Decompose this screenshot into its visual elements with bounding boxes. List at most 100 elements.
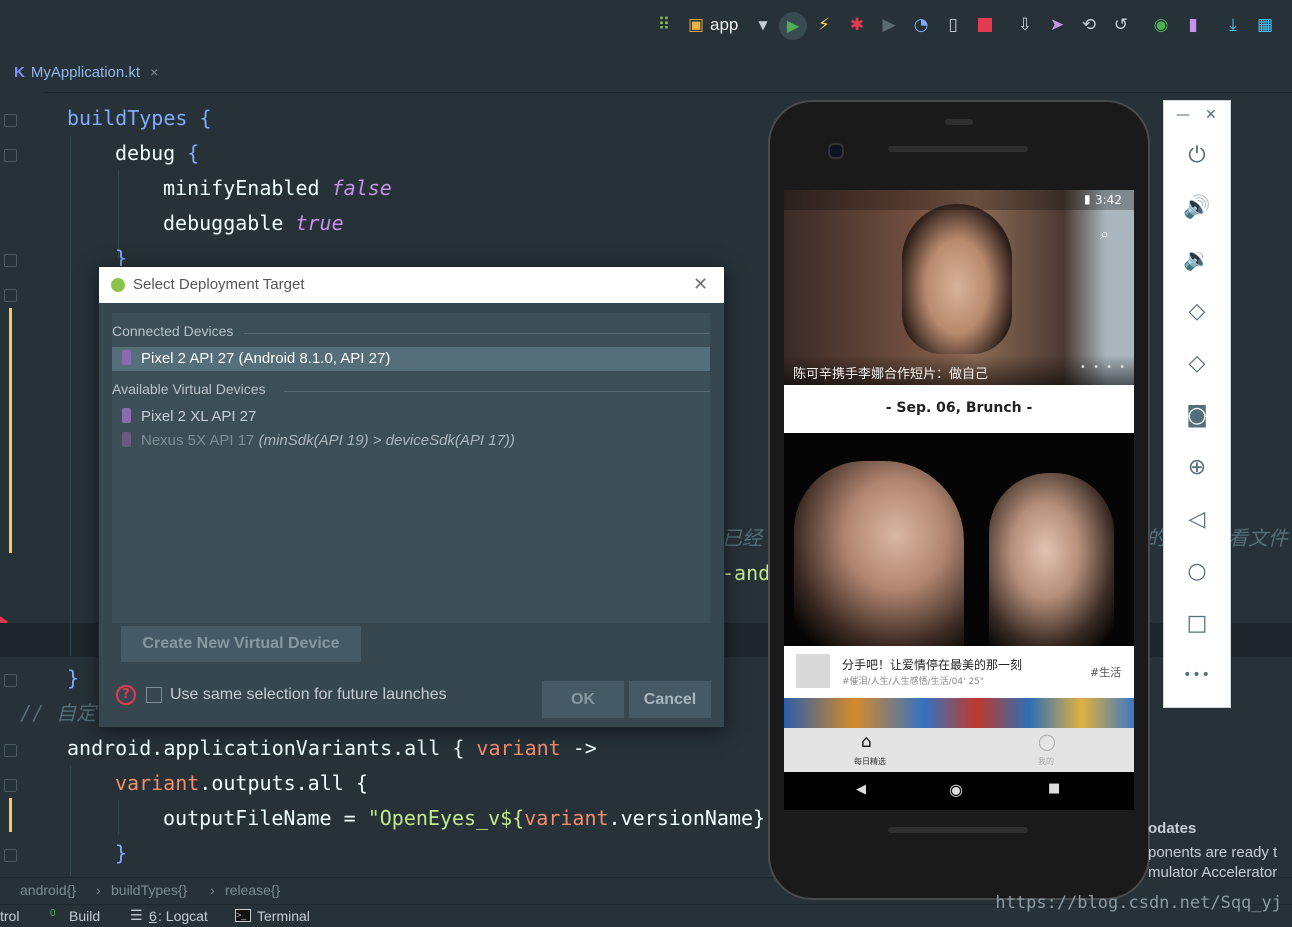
power-icon[interactable]: ⏻: [1164, 143, 1230, 168]
code-line[interactable]: }: [115, 838, 127, 868]
banner-caption: 陈可辛携手李娜合作短片：做自己: [793, 367, 989, 382]
search-icon[interactable]: ⌕: [1100, 224, 1109, 244]
code-line[interactable]: }: [67, 663, 79, 693]
rotate-left-icon[interactable]: ◇: [1164, 299, 1230, 324]
debug-icon[interactable]: ✱: [846, 14, 868, 36]
future-launches-checkbox[interactable]: [146, 687, 162, 703]
fold-icon[interactable]: [4, 744, 17, 757]
breadcrumb-item[interactable]: buildTypes{}: [111, 882, 187, 898]
video-card-info[interactable]: 分手吧！让爱情停在最美的那一刻 #催泪/人生/人生感悟/生活/04' 25" #…: [784, 646, 1134, 698]
dialog-title: Select Deployment Target: [133, 276, 305, 293]
divider: [244, 333, 710, 334]
back-icon[interactable]: ◁: [1164, 507, 1230, 532]
home-button-icon[interactable]: ◉: [949, 780, 963, 799]
module-icon: ▣: [687, 15, 705, 35]
phone-icon: [122, 432, 131, 447]
run-icon[interactable]: ▶: [779, 12, 807, 40]
fold-icon[interactable]: [4, 114, 17, 127]
code-line[interactable]: outputFileName = "OpenEyes_v${variant.ve…: [163, 803, 765, 833]
checkbox-label: Use same selection for future launches: [170, 686, 447, 703]
date-header-text: - Sep. 06, Brunch -: [885, 400, 1033, 416]
overview-icon[interactable]: □: [1164, 611, 1230, 636]
breadcrumb-item[interactable]: release{}: [225, 882, 280, 898]
create-virtual-device-button[interactable]: Create New Virtual Device: [121, 626, 361, 662]
profile-icon[interactable]: ◔: [910, 14, 932, 36]
avd-manager-icon[interactable]: ▮: [1182, 14, 1204, 36]
tool-terminal[interactable]: Terminal: [257, 908, 310, 924]
revert-icon[interactable]: ↺: [1110, 14, 1132, 36]
video-thumbnail[interactable]: [784, 433, 1134, 646]
screenshot-icon[interactable]: ◙: [1164, 403, 1230, 428]
code-line[interactable]: buildTypes {: [67, 103, 212, 133]
home-icon[interactable]: ○: [1164, 559, 1230, 584]
code-token: ->: [560, 736, 597, 760]
code-token: {: [175, 141, 200, 165]
fold-icon[interactable]: [4, 674, 17, 687]
video-figure-right: [989, 473, 1114, 646]
code-line[interactable]: debug {: [115, 138, 199, 168]
volume-down-icon[interactable]: 🔉: [1164, 247, 1230, 272]
phone-earpiece: [945, 119, 973, 125]
banner-image[interactable]: ▮ 3:42 ⌕ 陈可辛携手李娜合作短片：做自己 • • • •: [784, 190, 1134, 385]
ok-button[interactable]: OK: [542, 681, 624, 718]
code-token: false: [331, 176, 392, 200]
connected-devices-header: Connected Devices: [112, 323, 234, 339]
nav-item-me[interactable]: ◯ 我的: [1024, 732, 1068, 770]
fold-icon[interactable]: [4, 254, 17, 267]
banner-dots: • • • •: [1080, 362, 1128, 373]
minimize-icon[interactable]: —: [1176, 107, 1190, 123]
history-icon[interactable]: ⟲: [1078, 14, 1100, 36]
layout-icon[interactable]: ▦: [1254, 14, 1276, 36]
update-notification[interactable]: odates ponents are ready t mulator Accel…: [1148, 812, 1292, 882]
code-line[interactable]: minifyEnabled false: [163, 173, 392, 203]
code-line[interactable]: android.applicationVariants.all { varian…: [67, 733, 597, 763]
run-config-label[interactable]: app: [710, 15, 738, 35]
help-icon[interactable]: ?: [116, 685, 136, 705]
more-icon[interactable]: •••: [1164, 667, 1230, 683]
sdk-manager-icon[interactable]: ⤓: [1222, 14, 1244, 36]
notification-title: odates: [1148, 820, 1197, 837]
volume-up-icon[interactable]: 🔊: [1164, 195, 1230, 220]
device-item-pixel-2[interactable]: Pixel 2 API 27 (Android 8.1.0, API 27): [112, 347, 710, 371]
coverage-icon[interactable]: ▯: [942, 14, 964, 36]
close-icon[interactable]: ✕: [1205, 107, 1217, 123]
close-tab-icon[interactable]: ×: [150, 64, 158, 80]
banner-face: [902, 204, 1012, 354]
tool-version-control[interactable]: trol: [0, 908, 19, 924]
next-card-preview: [784, 698, 1134, 728]
code-fragment: 看文件: [1228, 526, 1288, 550]
code-token: variant: [524, 806, 609, 830]
code-token: minifyEnabled: [163, 176, 332, 200]
device-item-pixel-2-xl[interactable]: Pixel 2 XL API 27: [112, 405, 710, 429]
android-nav-bar: ◀ ◉ ■: [784, 772, 1134, 810]
stop-icon[interactable]: [974, 14, 996, 36]
fold-icon[interactable]: [4, 149, 17, 162]
cancel-button[interactable]: Cancel: [629, 681, 711, 718]
apply-changes-icon[interactable]: ⚡: [813, 14, 835, 36]
close-icon[interactable]: ✕: [693, 274, 708, 295]
code-line[interactable]: variant.outputs.all {: [115, 768, 368, 798]
zoom-icon[interactable]: ⊕: [1164, 455, 1230, 480]
sync-icon[interactable]: ⇩: [1014, 14, 1036, 36]
nav-item-home[interactable]: ⌂ 每日精选: [839, 732, 903, 770]
tool-build[interactable]: Build: [69, 908, 100, 924]
back-icon[interactable]: ◀: [856, 782, 866, 797]
code-line[interactable]: debuggable true: [163, 208, 344, 238]
code-line[interactable]: // 自定: [20, 698, 96, 728]
fold-icon[interactable]: [4, 289, 17, 302]
chevron-down-icon[interactable]: ▼: [752, 14, 774, 36]
attach-icon[interactable]: ▶: [878, 14, 900, 36]
notification-line: mulator Accelerator: [1148, 864, 1278, 881]
fold-icon[interactable]: [4, 779, 17, 792]
tool-logcat[interactable]: : Logcat: [158, 908, 208, 924]
grid-icon[interactable]: ⠿: [653, 14, 675, 36]
rotate-right-icon[interactable]: ◇: [1164, 351, 1230, 376]
emulator-screen[interactable]: ▮ 3:42 ⌕ 陈可辛携手李娜合作短片：做自己 • • • • - Sep. …: [784, 190, 1134, 810]
recents-icon[interactable]: ■: [1048, 781, 1060, 796]
fold-icon[interactable]: [4, 849, 17, 862]
tab-myapplication[interactable]: K MyApplication.kt ×: [14, 60, 158, 84]
breadcrumb-item[interactable]: android{}: [20, 882, 76, 898]
send-icon[interactable]: ➤: [1046, 14, 1068, 36]
gradle-icon[interactable]: ◉: [1150, 14, 1172, 36]
video-title: 分手吧！让爱情停在最美的那一刻: [842, 658, 1023, 672]
